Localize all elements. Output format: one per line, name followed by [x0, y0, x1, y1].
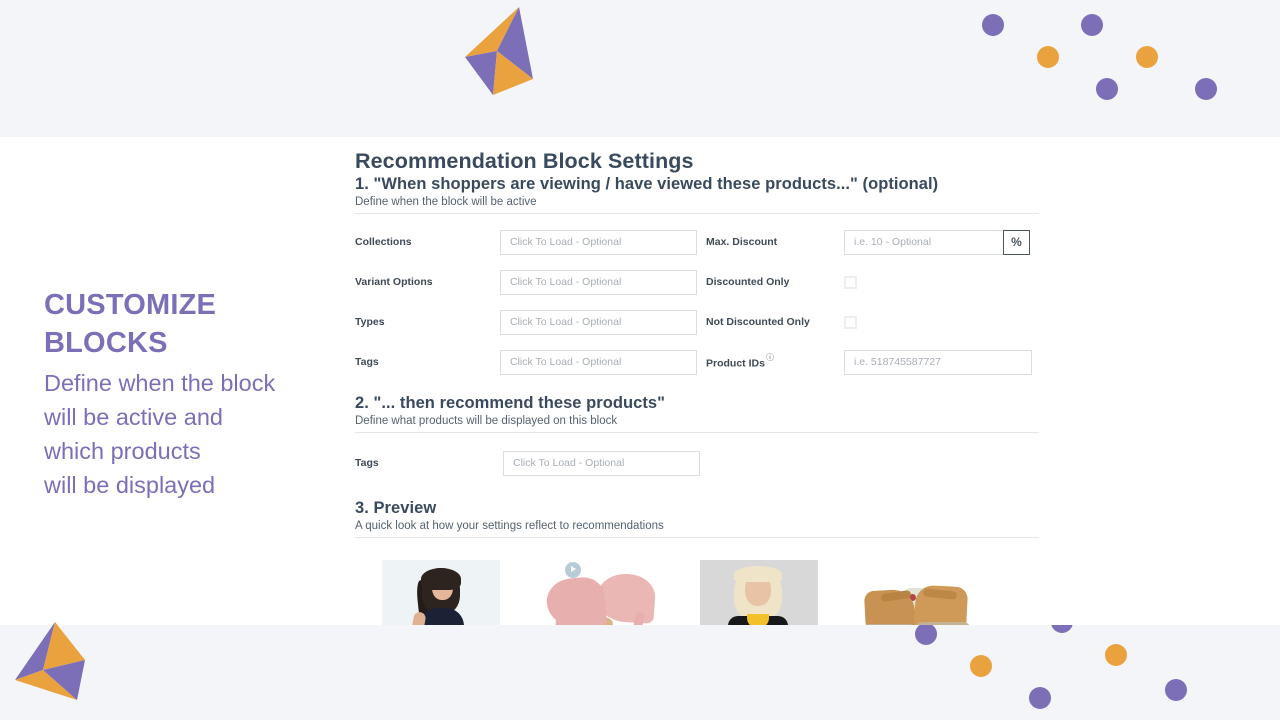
field-not-discounted-only: Not Discounted Only — [706, 302, 1057, 342]
field-not-discounted-only-label: Not Discounted Only — [706, 316, 810, 328]
tetrahedron-logo-top — [449, 5, 545, 102]
max-discount-input[interactable]: i.e. 10 - Optional — [844, 229, 1004, 255]
section-1-right-column: Max. Discount i.e. 10 - Optional % Disco… — [706, 222, 1057, 382]
field-variant-options-label: Variant Options — [355, 276, 433, 288]
decorative-dot — [1081, 14, 1103, 36]
section-3-title: 3. Preview — [355, 499, 437, 517]
preview-product-2[interactable]: pink-heeled-pumps — [541, 560, 659, 625]
field-discounted-only: Discounted Only — [706, 262, 1057, 302]
field-collections-label: Collections — [355, 236, 412, 248]
section-1-divider — [355, 213, 1039, 214]
types-input[interactable]: Click To Load - Optional — [500, 309, 697, 335]
percent-suffix: % — [1003, 229, 1030, 255]
section-3: 3. Preview A quick look at how your sett… — [355, 499, 1280, 625]
discounted-only-checkbox[interactable] — [844, 275, 857, 289]
section-1-title: 1. "When shoppers are viewing / have vie… — [355, 175, 939, 193]
section-1-form: Collections Click To Load - Optional Var… — [355, 222, 1057, 382]
decorative-dot — [1136, 46, 1158, 68]
preview-product-3[interactable]: blonde-model-yellow-collar — [700, 560, 818, 625]
preview-product-4[interactable]: tan-wedge-sandals — [859, 560, 977, 625]
preview-product-1[interactable]: model-in-navy-dress — [382, 560, 500, 625]
not-discounted-only-checkbox[interactable] — [844, 315, 857, 329]
marketing-copy: CUSTOMIZE BLOCKS Define when the block w… — [44, 286, 344, 502]
section-1-subtitle: Define when the block will be active — [355, 196, 537, 208]
page-title: Recommendation Block Settings — [355, 149, 694, 173]
decorative-dot — [1037, 46, 1059, 68]
decorative-dot — [1029, 687, 1051, 709]
help-circle-icon[interactable]: ⓘ — [766, 352, 774, 363]
variant-options-input[interactable]: Click To Load - Optional — [500, 269, 697, 295]
subline-line-3: which products — [44, 438, 201, 464]
field-tags-section1: Tags Click To Load - Optional — [355, 342, 706, 382]
section-2-divider — [355, 432, 1039, 433]
decorative-dot — [1105, 644, 1127, 666]
decorative-dot — [982, 14, 1004, 36]
decorative-dot — [1195, 78, 1217, 100]
decorative-dot — [1096, 78, 1118, 100]
section-2-subtitle: Define what products will be displayed o… — [355, 415, 618, 427]
section-3-divider — [355, 537, 1039, 538]
slide-canvas: CUSTOMIZE BLOCKS Define when the block w… — [0, 0, 1280, 720]
tags-section2-input[interactable]: Click To Load - Optional — [503, 450, 700, 476]
field-max-discount-label: Max. Discount — [706, 236, 778, 248]
headline-line-1: CUSTOMIZE — [44, 289, 217, 321]
play-badge-icon — [565, 562, 581, 578]
field-tags-section2-label: Tags — [355, 457, 379, 469]
decorative-dot — [915, 623, 937, 645]
section-2-title: 2. "... then recommend these products" — [355, 394, 666, 412]
field-product-ids-label: Product IDs — [706, 357, 765, 370]
decorative-dot — [1165, 679, 1187, 701]
app-panel: Recommendation Block Settings 1. "When s… — [336, 137, 1280, 625]
field-types-label: Types — [355, 316, 385, 328]
headline-line-2: BLOCKS — [44, 327, 168, 359]
collections-input[interactable]: Click To Load - Optional — [500, 229, 697, 255]
field-discounted-only-label: Discounted Only — [706, 276, 790, 288]
section-1-left-column: Collections Click To Load - Optional Var… — [355, 222, 706, 382]
tetrahedron-logo-bottom — [5, 618, 93, 715]
field-tags-section1-label: Tags — [355, 356, 379, 368]
section-3-subtitle: A quick look at how your settings reflec… — [355, 520, 664, 532]
field-collections: Collections Click To Load - Optional — [355, 222, 706, 262]
field-product-ids: Product IDsⓘ i.e. 518745587727 — [706, 342, 1057, 382]
field-tags-section2: Tags Click To Load - Optional — [355, 443, 1280, 483]
field-variant-options: Variant Options Click To Load - Optional — [355, 262, 706, 302]
field-types: Types Click To Load - Optional — [355, 302, 706, 342]
section-1: 1. "When shoppers are viewing / have vie… — [355, 175, 1280, 382]
field-product-ids-label-wrap: Product IDsⓘ — [706, 352, 844, 371]
tags-section1-input[interactable]: Click To Load - Optional — [500, 349, 697, 375]
decorative-dot — [970, 655, 992, 677]
marketing-subline: Define when the block will be active and… — [44, 366, 344, 502]
subline-line-4: will be displayed — [44, 472, 216, 498]
product-ids-input[interactable]: i.e. 518745587727 — [844, 349, 1032, 375]
subline-line-1: Define when the block — [44, 370, 276, 396]
marketing-headline: CUSTOMIZE BLOCKS — [44, 286, 344, 362]
subline-line-2: will be active and — [44, 404, 223, 430]
field-max-discount: Max. Discount i.e. 10 - Optional % — [706, 222, 1057, 262]
preview-product-strip: model-in-navy-dress pink-heeled-pumps bl… — [355, 560, 1280, 625]
section-2: 2. "... then recommend these products" D… — [355, 394, 1280, 483]
